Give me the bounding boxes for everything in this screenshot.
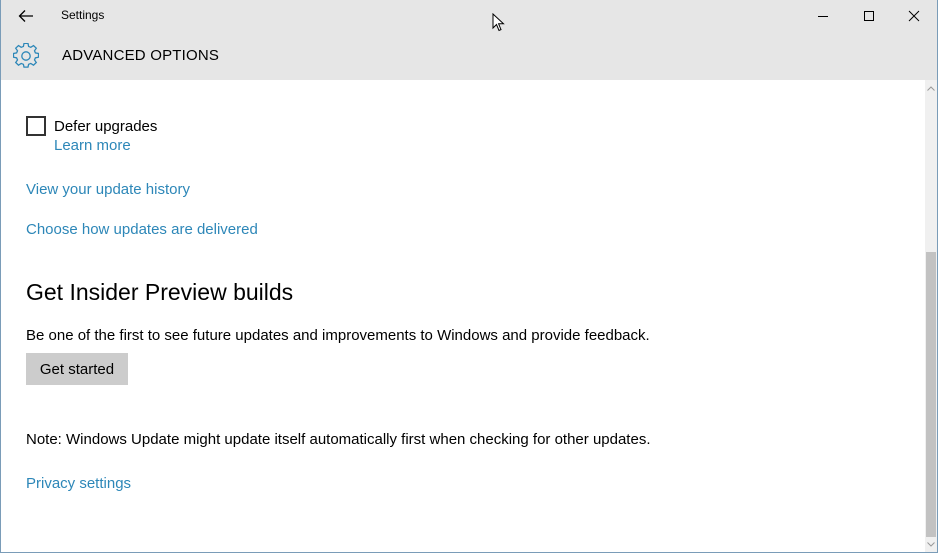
mouse-cursor-icon bbox=[492, 13, 505, 32]
title-bar: Settings bbox=[1, 0, 937, 32]
get-started-button[interactable]: Get started bbox=[26, 353, 128, 385]
minimize-button[interactable] bbox=[800, 0, 846, 32]
checkbox-box[interactable] bbox=[26, 116, 46, 136]
settings-window: Settings ADVANCED OPTIONS Defer upgrades… bbox=[0, 0, 938, 553]
maximize-button[interactable] bbox=[846, 0, 892, 32]
scrollbar-thumb[interactable] bbox=[926, 252, 936, 537]
content-area: Defer upgrades Learn more View your upda… bbox=[1, 80, 925, 552]
back-arrow-icon bbox=[18, 10, 33, 22]
scroll-up-button[interactable] bbox=[925, 82, 937, 94]
scroll-down-button[interactable] bbox=[925, 538, 937, 550]
close-icon bbox=[908, 10, 920, 22]
learn-more-link[interactable]: Learn more bbox=[54, 137, 131, 154]
back-button[interactable] bbox=[11, 4, 41, 28]
privacy-settings-link[interactable]: Privacy settings bbox=[26, 475, 131, 492]
delivery-options-link[interactable]: Choose how updates are delivered bbox=[26, 221, 258, 238]
gear-icon bbox=[13, 43, 39, 68]
page-header: ADVANCED OPTIONS bbox=[1, 32, 937, 80]
update-note: Note: Windows Update might update itself… bbox=[26, 431, 651, 448]
vertical-scrollbar[interactable] bbox=[925, 80, 937, 552]
app-title: Settings bbox=[61, 8, 105, 22]
defer-upgrades-label: Defer upgrades bbox=[54, 117, 158, 135]
defer-upgrades-checkbox[interactable]: Defer upgrades bbox=[26, 116, 157, 136]
close-button[interactable] bbox=[891, 0, 937, 32]
chevron-down-icon bbox=[927, 541, 935, 547]
chevron-up-icon bbox=[927, 85, 935, 91]
maximize-icon bbox=[864, 11, 874, 21]
minimize-icon bbox=[818, 16, 828, 17]
page-title: ADVANCED OPTIONS bbox=[62, 47, 220, 64]
insider-description: Be one of the first to see future update… bbox=[26, 327, 650, 344]
update-history-link[interactable]: View your update history bbox=[26, 181, 190, 198]
insider-section-title: Get Insider Preview builds bbox=[26, 279, 294, 305]
